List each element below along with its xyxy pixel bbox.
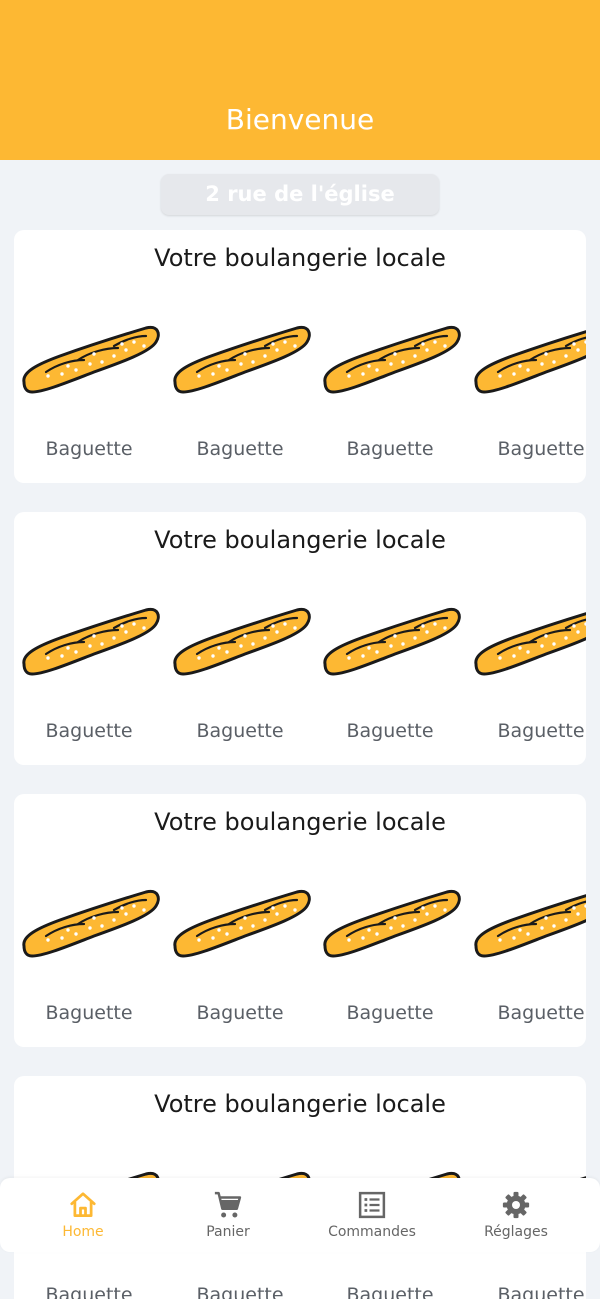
- baguette-icon: [323, 325, 461, 394]
- home-icon: [70, 1192, 96, 1217]
- bakery-section-card: Votre boulangerie locale Baguette Baguet…: [14, 794, 586, 1047]
- product-name: Baguette: [346, 1284, 434, 1299]
- product-name: Baguette: [497, 1284, 585, 1299]
- baguette-icon: [474, 612, 586, 676]
- home-screen: Bienvenue 2 rue de l'église Votre boulan…: [0, 0, 600, 1299]
- product-name: Baguette: [497, 720, 585, 742]
- product-name: Baguette: [196, 438, 284, 460]
- product-name: Baguette: [196, 1002, 284, 1024]
- list-icon: [358, 1191, 386, 1219]
- product-item[interactable]: Baguette: [315, 884, 465, 1034]
- product-name: Baguette: [346, 1002, 434, 1024]
- baguette-icon: [173, 325, 311, 394]
- baguette-icon: [474, 894, 586, 958]
- product-name: Baguette: [497, 1002, 585, 1024]
- section-title: Votre boulangerie locale: [154, 244, 446, 272]
- product-name: Baguette: [346, 720, 434, 742]
- product-name: Baguette: [45, 720, 133, 742]
- product-name: Baguette: [196, 1284, 284, 1299]
- nav-settings[interactable]: Réglages: [446, 1190, 586, 1246]
- baguette-icon: [173, 889, 311, 958]
- baguette-icon: [22, 325, 160, 394]
- bottom-navigation: Home Panier Commandes Réglages: [0, 1178, 600, 1252]
- product-item[interactable]: Baguette: [14, 884, 164, 1034]
- product-item[interactable]: Baguette: [165, 320, 315, 470]
- product-item[interactable]: Baguette: [165, 884, 315, 1034]
- product-item[interactable]: Baguette: [14, 320, 164, 470]
- product-item[interactable]: Baguette: [14, 602, 164, 752]
- baguette-icon: [323, 889, 461, 958]
- product-item[interactable]: Baguette: [315, 602, 465, 752]
- cart-icon: [214, 1191, 242, 1218]
- nav-home[interactable]: Home: [13, 1190, 153, 1246]
- nav-label: Réglages: [484, 1224, 548, 1240]
- nav-label: Commandes: [328, 1224, 416, 1240]
- bakery-section-card: Votre boulangerie locale Baguette Baguet…: [14, 512, 586, 765]
- product-item[interactable]: Baguette: [466, 320, 586, 470]
- page-title: Bienvenue: [225, 103, 375, 136]
- product-name: Baguette: [497, 438, 585, 460]
- product-name: Baguette: [346, 438, 434, 460]
- product-name: Baguette: [45, 1002, 133, 1024]
- product-item[interactable]: Baguette: [165, 602, 315, 752]
- product-item[interactable]: Baguette: [466, 602, 586, 752]
- address-selector-button[interactable]: 2 rue de l'église: [161, 174, 439, 215]
- nav-label: Panier: [206, 1224, 250, 1240]
- product-name: Baguette: [196, 720, 284, 742]
- nav-label: Home: [62, 1224, 104, 1240]
- baguette-icon: [323, 607, 461, 676]
- nav-orders[interactable]: Commandes: [302, 1190, 442, 1246]
- gear-icon: [502, 1191, 530, 1219]
- product-name: Baguette: [45, 1284, 133, 1299]
- baguette-icon: [22, 607, 160, 676]
- app-header: Bienvenue: [0, 0, 600, 160]
- section-title: Votre boulangerie locale: [154, 808, 446, 836]
- section-title: Votre boulangerie locale: [154, 1090, 446, 1118]
- product-item[interactable]: Baguette: [315, 320, 465, 470]
- product-name: Baguette: [45, 438, 133, 460]
- baguette-icon: [173, 607, 311, 676]
- section-title: Votre boulangerie locale: [154, 526, 446, 554]
- baguette-icon: [22, 889, 160, 958]
- nav-cart[interactable]: Panier: [158, 1190, 298, 1246]
- bakery-section-card: Votre boulangerie locale Baguette Baguet…: [14, 230, 586, 483]
- baguette-icon: [474, 330, 586, 394]
- product-item[interactable]: Baguette: [466, 884, 586, 1034]
